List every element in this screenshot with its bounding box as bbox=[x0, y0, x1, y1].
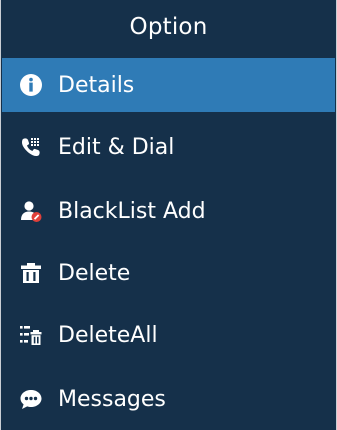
menu-item-label: Edit & Dial bbox=[58, 134, 175, 160]
menu-item-delete[interactable]: Delete bbox=[2, 246, 335, 300]
menu-title: Option bbox=[129, 14, 208, 40]
menu-item-label: Delete bbox=[58, 260, 131, 286]
options-menu: Option Details Edit & Dial BlackList Add… bbox=[0, 0, 337, 430]
menu-item-blacklist-add[interactable]: BlackList Add bbox=[2, 184, 335, 238]
menu-item-label: Details bbox=[58, 72, 135, 98]
user-block-icon bbox=[19, 199, 43, 223]
menu-item-label: BlackList Add bbox=[58, 198, 206, 224]
menu-item-delete-all[interactable]: DeleteAll bbox=[2, 308, 335, 362]
menu-item-label: DeleteAll bbox=[58, 322, 158, 348]
menu-item-label: Messages bbox=[58, 386, 166, 412]
menu-item-messages[interactable]: Messages bbox=[2, 372, 335, 426]
delete-all-icon bbox=[19, 323, 43, 347]
menu-item-edit-dial[interactable]: Edit & Dial bbox=[2, 120, 335, 174]
trash-icon bbox=[19, 261, 43, 285]
info-icon bbox=[19, 73, 43, 97]
phone-dialpad-icon bbox=[19, 135, 43, 159]
menu-item-details[interactable]: Details bbox=[2, 58, 335, 112]
chat-bubble-icon bbox=[19, 387, 43, 411]
